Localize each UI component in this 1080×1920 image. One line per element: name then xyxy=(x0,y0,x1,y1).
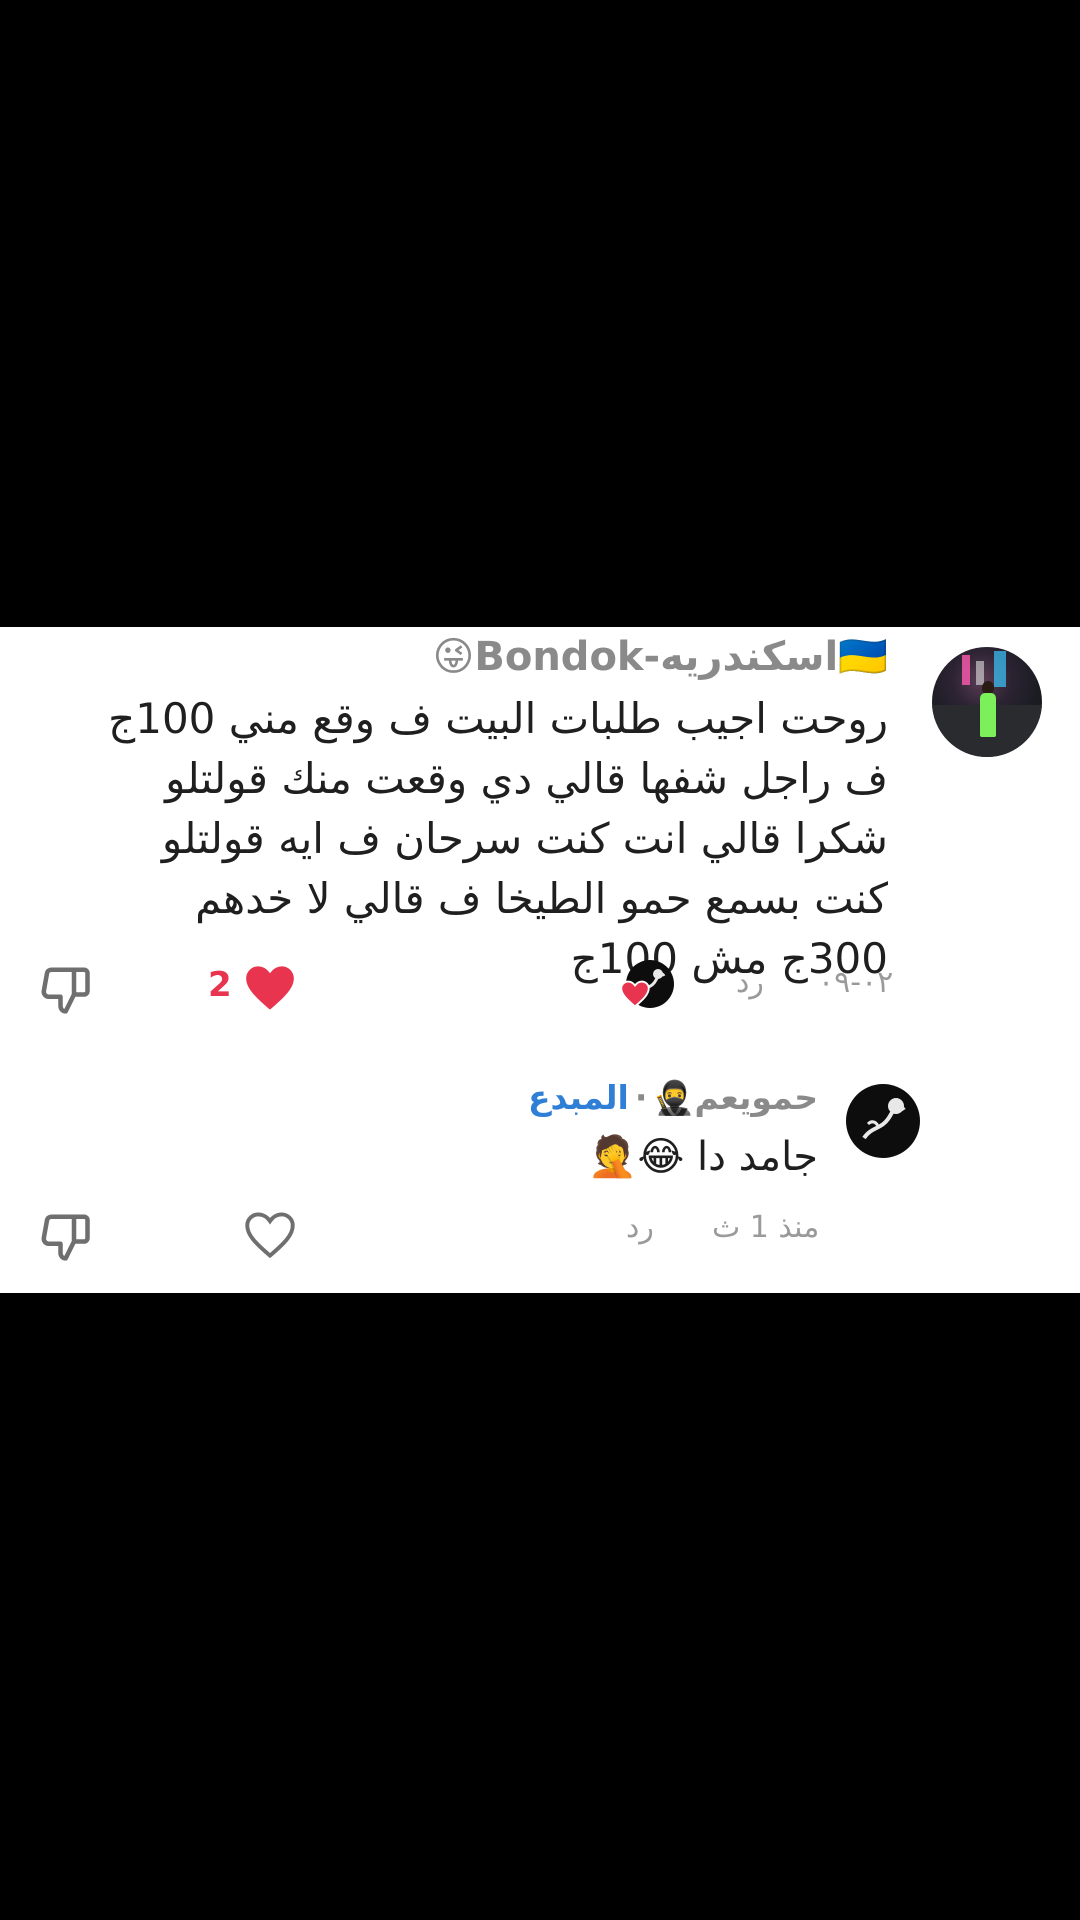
comment-date: ٠٢-٠٩ xyxy=(818,965,894,1000)
thumbs-down-icon-2[interactable] xyxy=(38,1210,92,1264)
laughing-facepalm-emoji-icon: 😂🤦 xyxy=(587,1134,685,1180)
heart-filled-icon[interactable] xyxy=(244,963,296,1013)
commenter-avatar[interactable] xyxy=(932,647,1042,757)
creator-heart-icon xyxy=(620,980,650,1008)
separator-dot: · xyxy=(634,1078,648,1117)
flag-icon: 🇺🇦 xyxy=(838,634,888,680)
ninja-icon: 🥷 xyxy=(653,1078,695,1117)
heart-outline-icon[interactable] xyxy=(244,1210,296,1260)
like-count: 2 xyxy=(208,965,232,1005)
username-text: اسكندريه-Bondok xyxy=(474,634,839,680)
video-letterbox-top xyxy=(0,0,1080,627)
reply-comment-text: جامد دا xyxy=(697,1134,818,1180)
reply-comment: جامد دا 😂🤦 xyxy=(588,1127,818,1187)
comment-text: روحت اجيب طلبات البيت ف وقع مني 100ج ف ر… xyxy=(108,694,888,983)
thumbs-down-icon[interactable] xyxy=(38,963,92,1017)
author-badge: المبدع xyxy=(527,1078,629,1117)
reply-username-text: حمويعم xyxy=(694,1078,819,1117)
reply-username[interactable]: حمويعم🥷·المبدع xyxy=(528,1077,818,1119)
reply-button[interactable]: رد xyxy=(736,965,764,1000)
reply-time: منذ 1 ث xyxy=(712,1210,820,1245)
comment-username[interactable]: 🇺🇦اسكندريه-Bondok😜 xyxy=(433,632,888,682)
comments-panel: 🇺🇦اسكندريه-Bondok😜 روحت اجيب طلبات البيت… xyxy=(0,627,1080,1293)
video-letterbox-bottom xyxy=(0,1293,1080,1920)
wink-tongue-icon: 😜 xyxy=(432,634,475,680)
reply-commenter-avatar[interactable] xyxy=(846,1084,920,1158)
reply-button-2[interactable]: رد xyxy=(626,1210,654,1245)
